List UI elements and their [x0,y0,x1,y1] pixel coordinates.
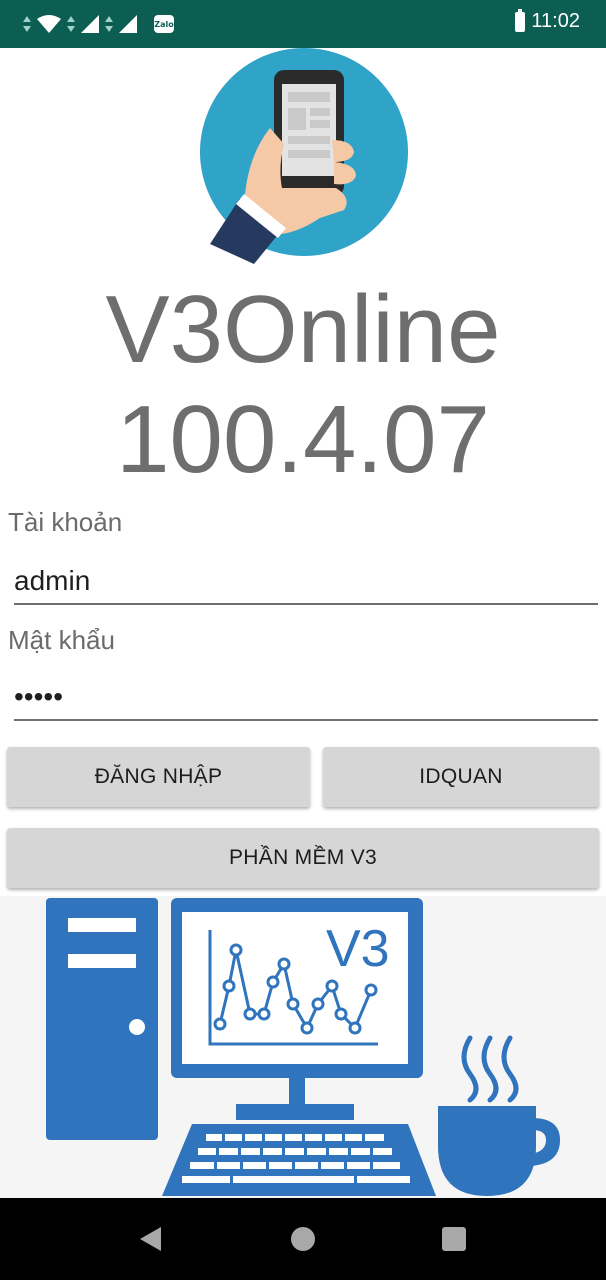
status-clock: 11:02 [531,10,580,32]
software-v3-button[interactable]: PHẦN MỀM V3 [7,828,599,888]
status-icons-right: 11:02 [515,8,580,33]
signal-icon [81,15,99,33]
screen-v3-label: V3 [326,920,390,978]
status-bar: Zalo 11:02 [0,0,606,48]
navigation-bar [0,1198,606,1280]
data-arrows-icon [105,16,113,32]
data-arrows-icon [67,16,75,32]
back-icon[interactable] [132,1221,168,1257]
recents-icon[interactable] [436,1221,472,1257]
status-icons-left: Zalo [22,12,174,36]
username-label: Tài khoản [8,507,123,537]
home-icon[interactable] [285,1221,321,1257]
password-label: Mật khẩu [8,625,115,655]
wifi-icon [37,15,61,33]
app-name: V3Online [105,276,501,383]
password-field[interactable] [14,675,598,721]
login-button[interactable]: ĐĂNG NHẬP [7,747,310,807]
idquan-button[interactable]: IDQUAN [323,747,599,807]
signal-icon [119,15,137,33]
app-version: 100.4.07 [116,386,490,493]
battery-icon [515,8,526,32]
login-form: Tài khoản Mật khẩu ĐĂNG NHẬP IDQUAN PHẦN… [0,497,606,900]
zalo-icon: Zalo [154,15,174,33]
username-field[interactable] [14,559,598,605]
app-logo [200,48,408,264]
computer-illustration: V3 [0,896,606,1198]
data-arrows-icon [23,16,31,32]
